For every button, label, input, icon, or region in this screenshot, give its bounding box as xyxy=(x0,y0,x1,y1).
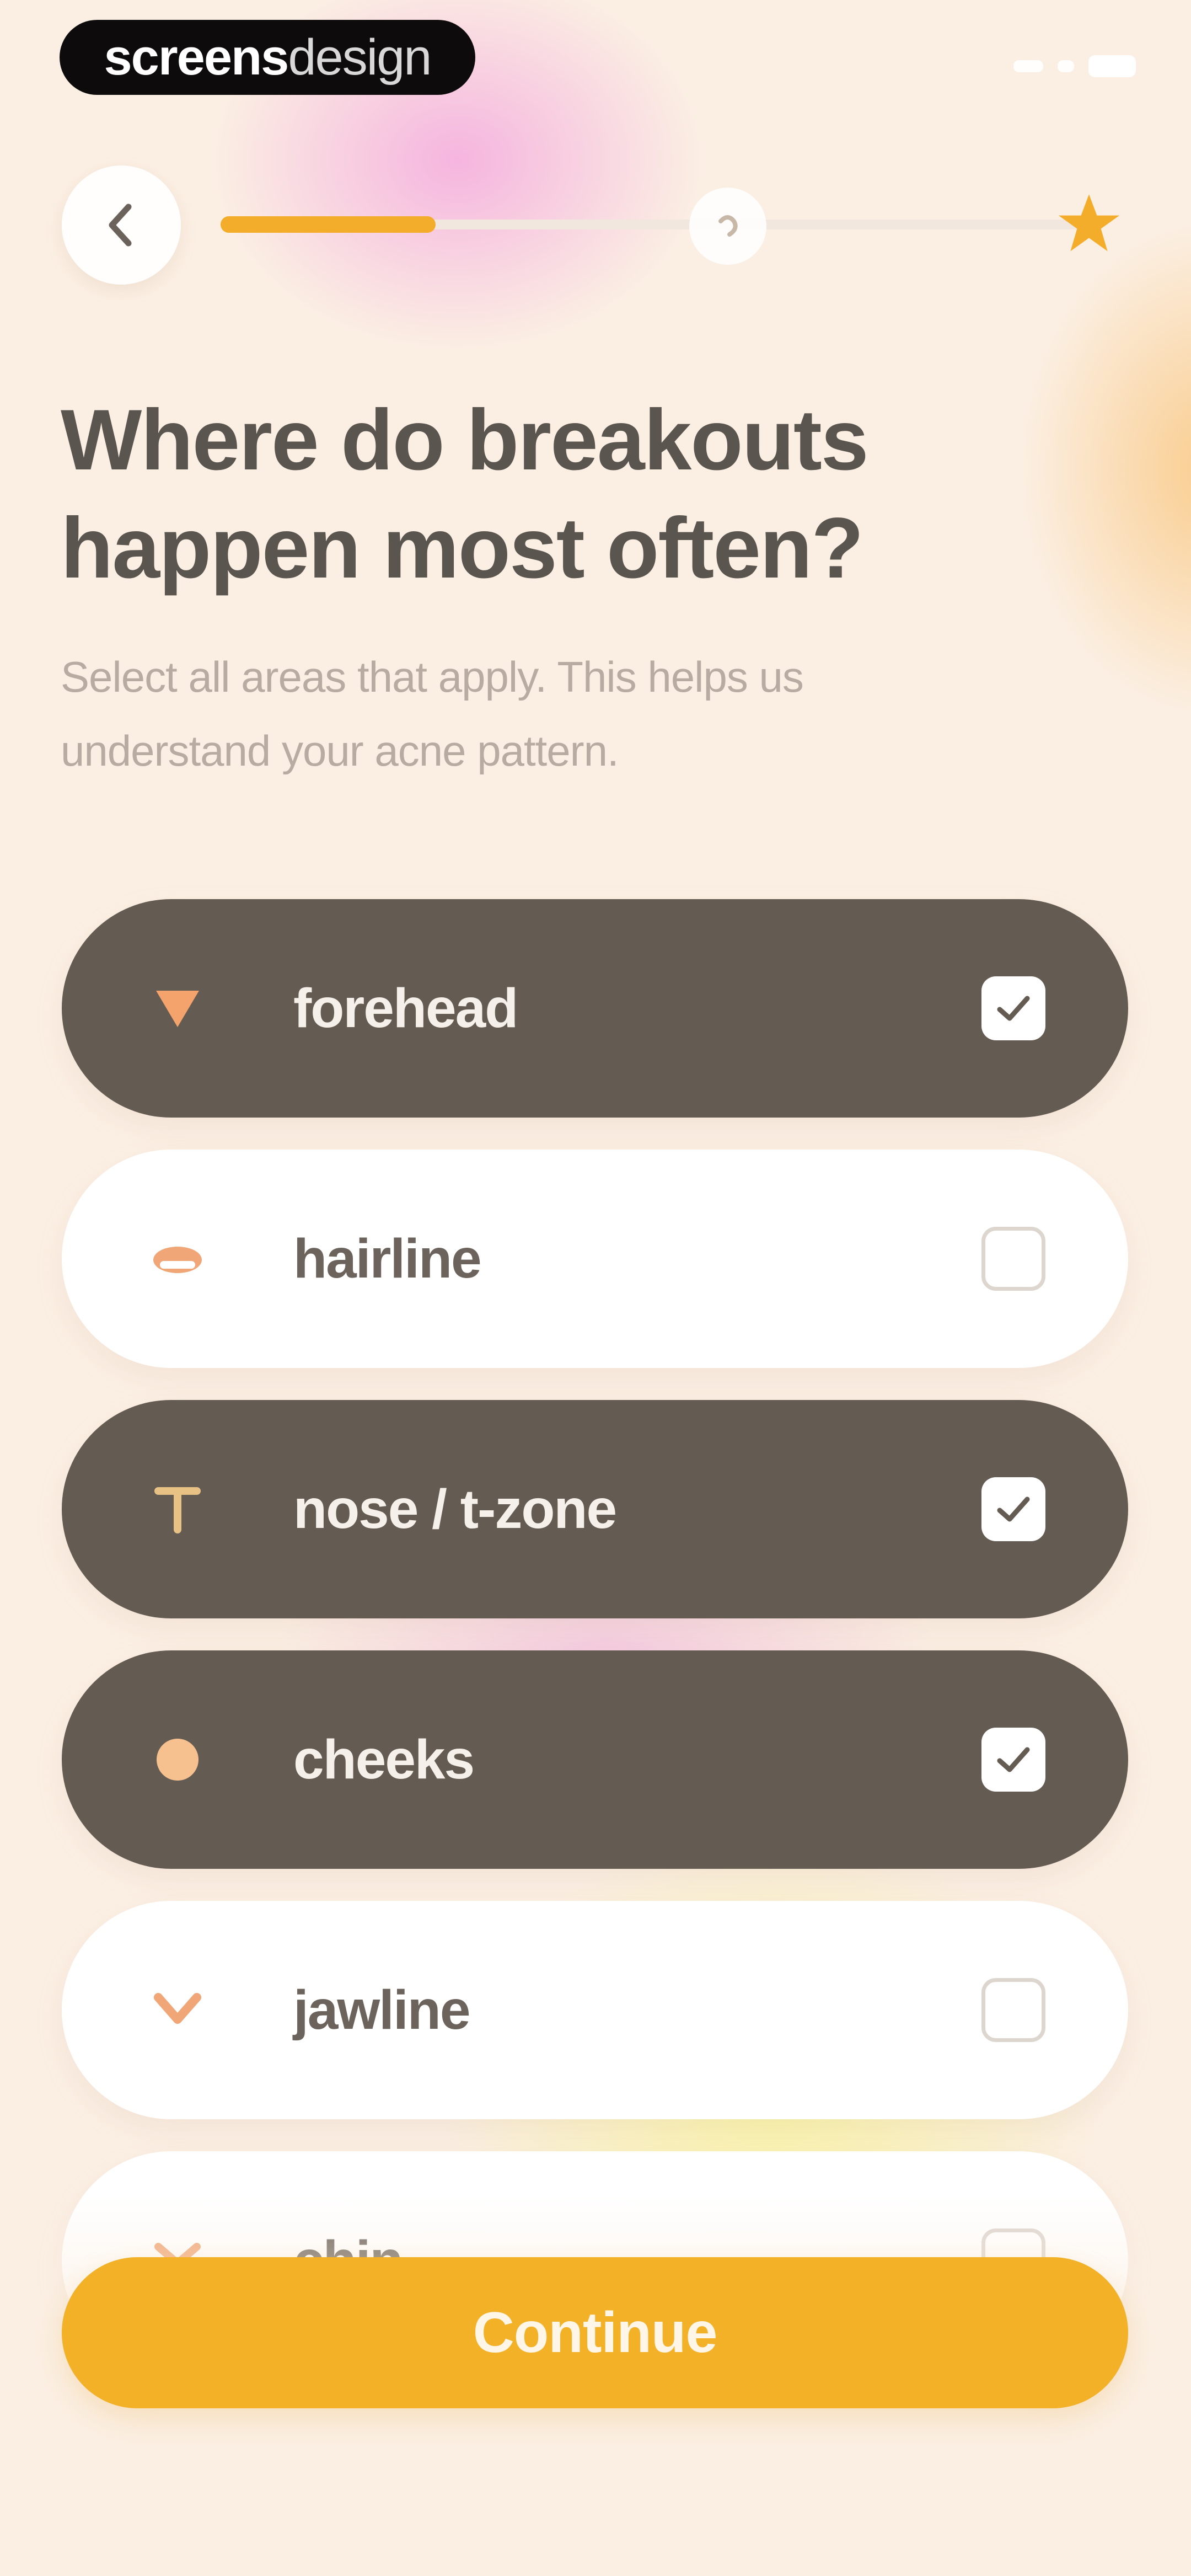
battery-icon xyxy=(1088,55,1136,77)
step-icon xyxy=(689,188,766,265)
forehead-icon xyxy=(150,986,205,1030)
option-label: cheeks xyxy=(293,1728,475,1791)
option-label: jawline xyxy=(293,1979,470,2041)
checkbox[interactable] xyxy=(981,1978,1045,2042)
cheeks-icon xyxy=(150,1735,205,1784)
option-label: nose / t-zone xyxy=(293,1478,617,1540)
wifi-icon xyxy=(1058,60,1074,72)
hairline-icon xyxy=(150,1242,205,1275)
checkbox[interactable] xyxy=(981,1728,1045,1792)
jawline-icon xyxy=(150,1991,205,2029)
option-forehead[interactable]: forehead xyxy=(62,899,1128,1118)
star-icon xyxy=(1058,194,1120,252)
option-label: forehead xyxy=(293,977,518,1039)
page-subtitle: Select all areas that apply. This helps … xyxy=(61,653,804,775)
page-title: Where do breakouts happen most often? xyxy=(61,392,869,596)
status-bar xyxy=(1013,55,1136,77)
back-button[interactable] xyxy=(62,165,181,285)
option-jawline[interactable]: jawline xyxy=(62,1901,1128,2119)
checkbox[interactable] xyxy=(981,1227,1045,1291)
brand-bold: screens xyxy=(104,29,289,85)
chevron-left-icon xyxy=(109,204,132,247)
continue-button[interactable]: Continue xyxy=(62,2257,1128,2408)
t-zone-icon xyxy=(150,1484,205,1534)
checkbox[interactable] xyxy=(981,976,1045,1040)
progress-fill xyxy=(221,216,436,233)
option-hairline[interactable]: hairline xyxy=(62,1150,1128,1368)
checkbox[interactable] xyxy=(981,1477,1045,1541)
brand-logo: screens design xyxy=(60,20,475,95)
option-nose-t-zone[interactable]: nose / t-zone xyxy=(62,1400,1128,1618)
option-cheeks[interactable]: cheeks xyxy=(62,1650,1128,1869)
signal-icon xyxy=(1013,60,1043,72)
brand-light: design xyxy=(288,29,432,85)
option-label: hairline xyxy=(293,1227,482,1290)
